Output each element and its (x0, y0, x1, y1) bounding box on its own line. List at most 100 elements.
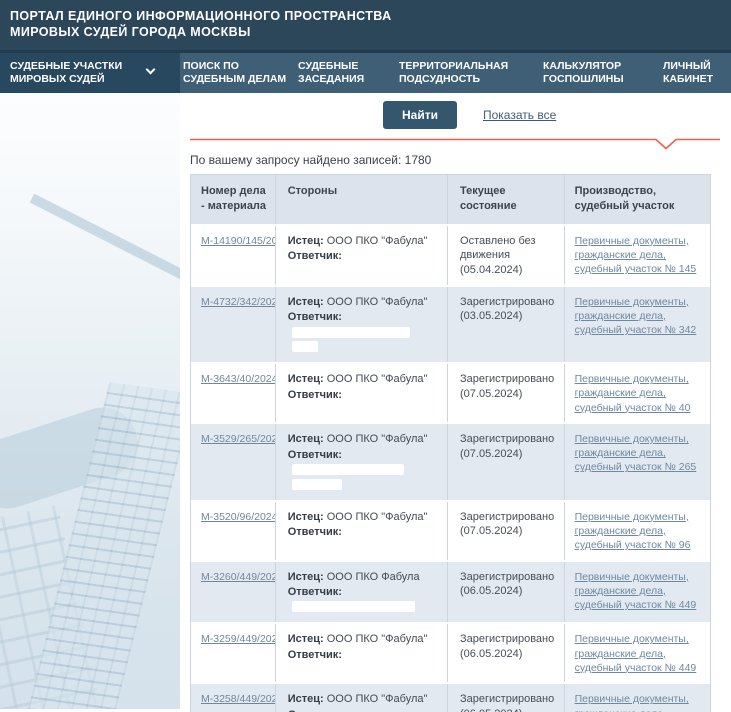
parties-cell: Истец: ООО ПКО ФабулаОтветчик: (276, 562, 448, 623)
case-number-link[interactable]: М-3258/449/2024 (201, 693, 276, 705)
case-number-cell: М-3260/449/2024 (191, 562, 276, 623)
production-cell: Первичные документы, гражданские дела, с… (565, 364, 710, 422)
table-row: М-14190/145/2024Истец: ООО ПКО "Фабула"О… (191, 226, 710, 287)
search-results-panel: Найти Показать все По вашему запросу най… (180, 93, 731, 709)
nav-item-label: Судебные заседания (298, 60, 396, 86)
search-toolbar: Найти Показать все (383, 101, 731, 129)
table-row: М-4732/342/2024 Истец: ООО ПКО "Фабула" От… (191, 287, 710, 365)
status-text: Зарегистрировано (460, 692, 556, 707)
plaintiff-label: Истец: (288, 633, 324, 645)
production-link[interactable]: Первичные документы, гражданские дела, с… (575, 510, 702, 553)
defendant-label: Ответчик: (288, 311, 342, 323)
table-row: М-3260/449/2024Истец: ООО ПКО ФабулаОтве… (191, 562, 710, 625)
table-row: М-3643/40/2024 Истец: ООО ПКО "Фабула" Отв… (191, 364, 710, 424)
case-number-cell: М-3529/265/2024 (191, 424, 276, 500)
plaintiff-name: ООО ПКО "Фабула" (327, 296, 428, 308)
plaintiff-name: ООО ПКО "Фабула" (327, 235, 428, 247)
production-link[interactable]: Первичные документы, гражданские дела, с… (575, 632, 702, 675)
status-date: (07.05.2024) (460, 524, 556, 539)
case-number-link[interactable]: М-3520/96/2024 (201, 511, 276, 523)
parties-cell: Истец: ООО ПКО "Фабула"Ответчик: (276, 684, 448, 712)
nav-item-label: Личный кабинет (663, 60, 731, 86)
status-date: (07.05.2024) (460, 447, 556, 462)
status-date: (07.05.2024) (460, 387, 556, 402)
plaintiff-label: Истец: (288, 693, 324, 705)
status-text: Зарегистрировано (460, 295, 556, 310)
parties-cell: Истец: ООО ПКО "Фабула"Ответчик: (276, 226, 448, 285)
case-number-link[interactable]: М-3529/265/2024 (201, 433, 276, 445)
plaintiff-label: Истец: (288, 433, 324, 445)
defendant-label: Ответчик: (288, 449, 342, 461)
production-link[interactable]: Первичные документы, гражданские дела, с… (575, 570, 702, 613)
defendant-label: Ответчик: (288, 389, 342, 401)
court-portal-page: Портал единого информационного пространс… (0, 0, 731, 712)
plaintiff-label: Истец: (288, 296, 324, 308)
collapse-rule-notch[interactable] (190, 138, 721, 151)
redacted-defendant-name (292, 327, 410, 338)
col-header-status: Текущее состояние (448, 175, 565, 224)
status-cell: Зарегистрировано(06.05.2024) (448, 684, 565, 712)
status-cell: Зарегистрировано(07.05.2024) (448, 424, 565, 500)
status-cell: Зарегистрировано(07.05.2024) (448, 364, 565, 422)
production-link[interactable]: Первичные документы, гражданские дела, с… (575, 295, 702, 338)
production-link[interactable]: Первичные документы, гражданские дела, с… (575, 234, 702, 277)
production-cell: Первичные документы, гражданские дела, с… (565, 562, 710, 623)
plaintiff-label: Истец: (288, 373, 324, 385)
production-link[interactable]: Первичные документы, гражданские дела, с… (575, 692, 702, 712)
status-cell: Зарегистрировано(03.05.2024) (448, 287, 565, 363)
case-number-link[interactable]: М-3643/40/2024 (201, 373, 276, 385)
plaintiff-name: ООО ПКО "Фабула" (327, 433, 428, 445)
show-all-link[interactable]: Показать все (483, 108, 556, 122)
nav-item-5[interactable]: Личный кабинет (660, 53, 731, 93)
table-row: М-3258/449/2024Истец: ООО ПКО "Фабула"От… (191, 684, 710, 712)
defendant-label: Ответчик: (288, 586, 342, 598)
redacted-defendant-name (292, 601, 415, 612)
redacted-defendant-name (292, 341, 318, 352)
redacted-defendant-name (292, 464, 404, 475)
nav-item-label: Калькулятор госпошлины (543, 60, 660, 86)
production-link[interactable]: Первичные документы, гражданские дела, с… (575, 432, 702, 475)
nav-item-2[interactable]: Судебные заседания (295, 53, 396, 93)
production-cell: Первичные документы, гражданские дела, с… (565, 226, 710, 285)
status-cell: Оставлено без движения(05.04.2024) (448, 226, 565, 285)
col-header-parties: Стороны (276, 175, 448, 224)
content-area: Найти Показать все По вашему запросу най… (0, 93, 731, 709)
parties-cell: Истец: ООО ПКО "Фабула" Ответчик: (276, 287, 448, 363)
nav-item-1[interactable]: Поиск по судебным делам (180, 53, 295, 93)
status-date: (06.05.2024) (460, 584, 556, 599)
nav-item-label: Территориальная подсудность (399, 60, 540, 86)
find-button[interactable]: Найти (383, 101, 457, 129)
nav-item-4[interactable]: Калькулятор госпошлины (540, 53, 660, 93)
status-text: Зарегистрировано (460, 632, 556, 647)
nav-item-0[interactable]: Судебные участки мировых судей (0, 53, 180, 93)
plaintiff-name: ООО ПКО "Фабула" (327, 633, 428, 645)
defendant-label: Ответчик: (288, 649, 342, 661)
defendant-label: Ответчик: (288, 250, 342, 262)
city-aerial-image (0, 93, 180, 709)
plaintiff-name: ООО ПКО "Фабула" (327, 373, 428, 385)
case-number-cell: М-4732/342/2024 (191, 287, 276, 363)
status-text: Зарегистрировано (460, 432, 556, 447)
production-link[interactable]: Первичные документы, гражданские дела, с… (575, 372, 702, 415)
status-date: (06.05.2024) (460, 647, 556, 662)
cases-table: Номер дела - материала Стороны Текущее с… (190, 174, 711, 712)
case-number-link[interactable]: М-4732/342/2024 (201, 296, 276, 308)
status-date: (03.05.2024) (460, 309, 556, 324)
status-date: (05.04.2024) (460, 263, 556, 278)
plaintiff-name: ООО ПКО "Фабула" (327, 511, 428, 523)
plaintiff-label: Истец: (288, 571, 324, 583)
status-text: Зарегистрировано (460, 570, 556, 585)
table-row: М-3529/265/2024 Истец: ООО ПКО "Фабула" От… (191, 424, 710, 502)
case-number-link[interactable]: М-14190/145/2024 (201, 235, 276, 247)
case-number-link[interactable]: М-3260/449/2024 (201, 571, 276, 583)
status-text: Оставлено без движения (460, 234, 556, 263)
status-date: (06.05.2024) (460, 707, 556, 712)
case-number-cell: М-3643/40/2024 (191, 364, 276, 422)
parties-cell: Истец: ООО ПКО "Фабула" Ответчик: (276, 624, 448, 682)
case-number-cell: М-14190/145/2024 (191, 226, 276, 285)
nav-item-3[interactable]: Территориальная подсудность (396, 53, 540, 93)
case-number-link[interactable]: М-3259/449/2024 (201, 633, 276, 645)
status-cell: Зарегистрировано(07.05.2024) (448, 502, 565, 560)
plaintiff-name: ООО ПКО "Фабула" (327, 693, 428, 705)
site-title: Портал единого информационного пространс… (10, 8, 731, 40)
